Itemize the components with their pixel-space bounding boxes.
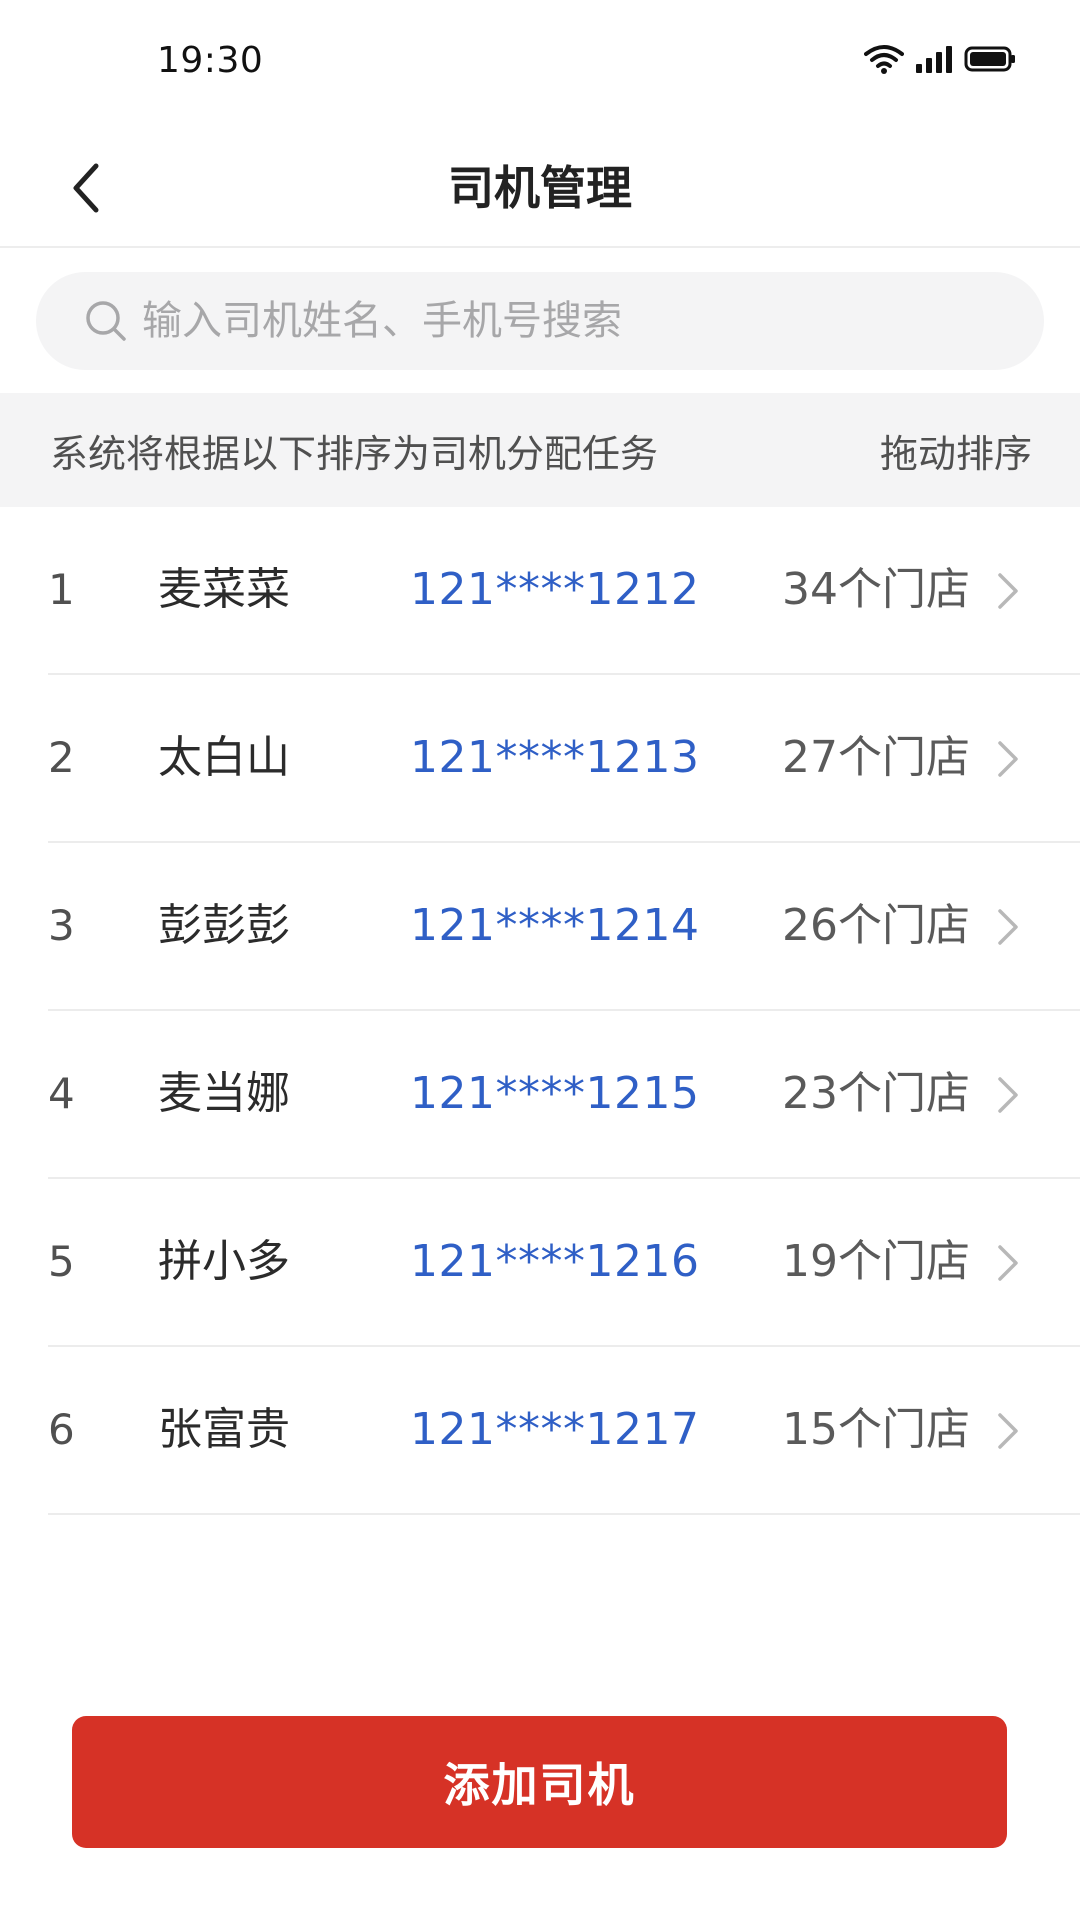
driver-store-count: 19个门店 <box>782 1236 970 1287</box>
drag-sort-button[interactable]: 拖动排序 <box>880 423 1032 478</box>
page-title: 司机管理 <box>448 161 632 215</box>
driver-row[interactable]: 2 太白山 121****1213 27个门店 <box>48 675 1080 843</box>
chevron-right-icon <box>984 903 1032 951</box>
add-driver-button[interactable]: 添加司机 <box>72 1716 1007 1848</box>
chevron-right-icon <box>984 1239 1032 1287</box>
driver-phone[interactable]: 121****1214 <box>410 843 699 1009</box>
driver-name: 彭彭彭 <box>158 900 290 951</box>
driver-row[interactable]: 3 彭彭彭 121****1214 26个门店 <box>48 843 1080 1011</box>
chevron-right-icon <box>984 567 1032 615</box>
driver-name: 麦菜菜 <box>158 564 290 615</box>
chevron-right-icon <box>984 1407 1032 1455</box>
cellular-signal-icon <box>916 46 952 73</box>
chevron-right-icon <box>984 735 1032 783</box>
status-bar: 19:30 <box>0 0 1080 128</box>
driver-name: 麦当娜 <box>158 1068 290 1119</box>
driver-index: 3 <box>48 901 75 950</box>
search-icon <box>86 301 126 341</box>
driver-name: 张富贵 <box>158 1404 290 1455</box>
driver-store-count: 27个门店 <box>782 732 970 783</box>
battery-icon <box>964 46 1015 72</box>
driver-index: 4 <box>48 1069 75 1118</box>
driver-phone[interactable]: 121****1213 <box>410 675 699 841</box>
driver-row[interactable]: 5 拼小多 121****1216 19个门店 <box>48 1179 1080 1347</box>
wifi-icon <box>864 45 904 74</box>
driver-phone[interactable]: 121****1217 <box>410 1347 699 1513</box>
driver-store-count: 26个门店 <box>782 900 970 951</box>
driver-phone[interactable]: 121****1215 <box>410 1011 699 1177</box>
driver-store-count: 15个门店 <box>782 1404 970 1455</box>
search-section <box>0 250 1080 392</box>
driver-name: 拼小多 <box>158 1236 290 1287</box>
driver-phone[interactable]: 121****1212 <box>410 507 699 673</box>
driver-store-count: 34个门店 <box>782 564 970 615</box>
chevron-right-icon <box>984 1071 1032 1119</box>
search-input[interactable] <box>142 298 1022 344</box>
sort-hint-text: 系统将根据以下排序为司机分配任务 <box>50 431 659 476</box>
driver-list: 1 麦菜菜 121****1212 34个门店 2 太白山 121****121… <box>0 507 1080 1515</box>
driver-row[interactable]: 6 张富贵 121****1217 15个门店 <box>48 1347 1080 1515</box>
search-box[interactable] <box>36 272 1044 370</box>
nav-bar: 司机管理 <box>0 128 1080 248</box>
driver-index: 6 <box>48 1405 75 1454</box>
status-time: 19:30 <box>157 40 264 81</box>
status-icons <box>864 44 1016 74</box>
driver-name: 太白山 <box>158 732 290 783</box>
hint-bar: 系统将根据以下排序为司机分配任务 拖动排序 <box>0 393 1080 507</box>
driver-store-count: 23个门店 <box>782 1068 970 1119</box>
driver-row[interactable]: 1 麦菜菜 121****1212 34个门店 <box>48 507 1080 675</box>
driver-index: 2 <box>48 733 75 782</box>
driver-phone[interactable]: 121****1216 <box>410 1179 699 1345</box>
driver-index: 1 <box>48 565 75 614</box>
driver-row[interactable]: 4 麦当娜 121****1215 23个门店 <box>48 1011 1080 1179</box>
driver-index: 5 <box>48 1237 75 1286</box>
